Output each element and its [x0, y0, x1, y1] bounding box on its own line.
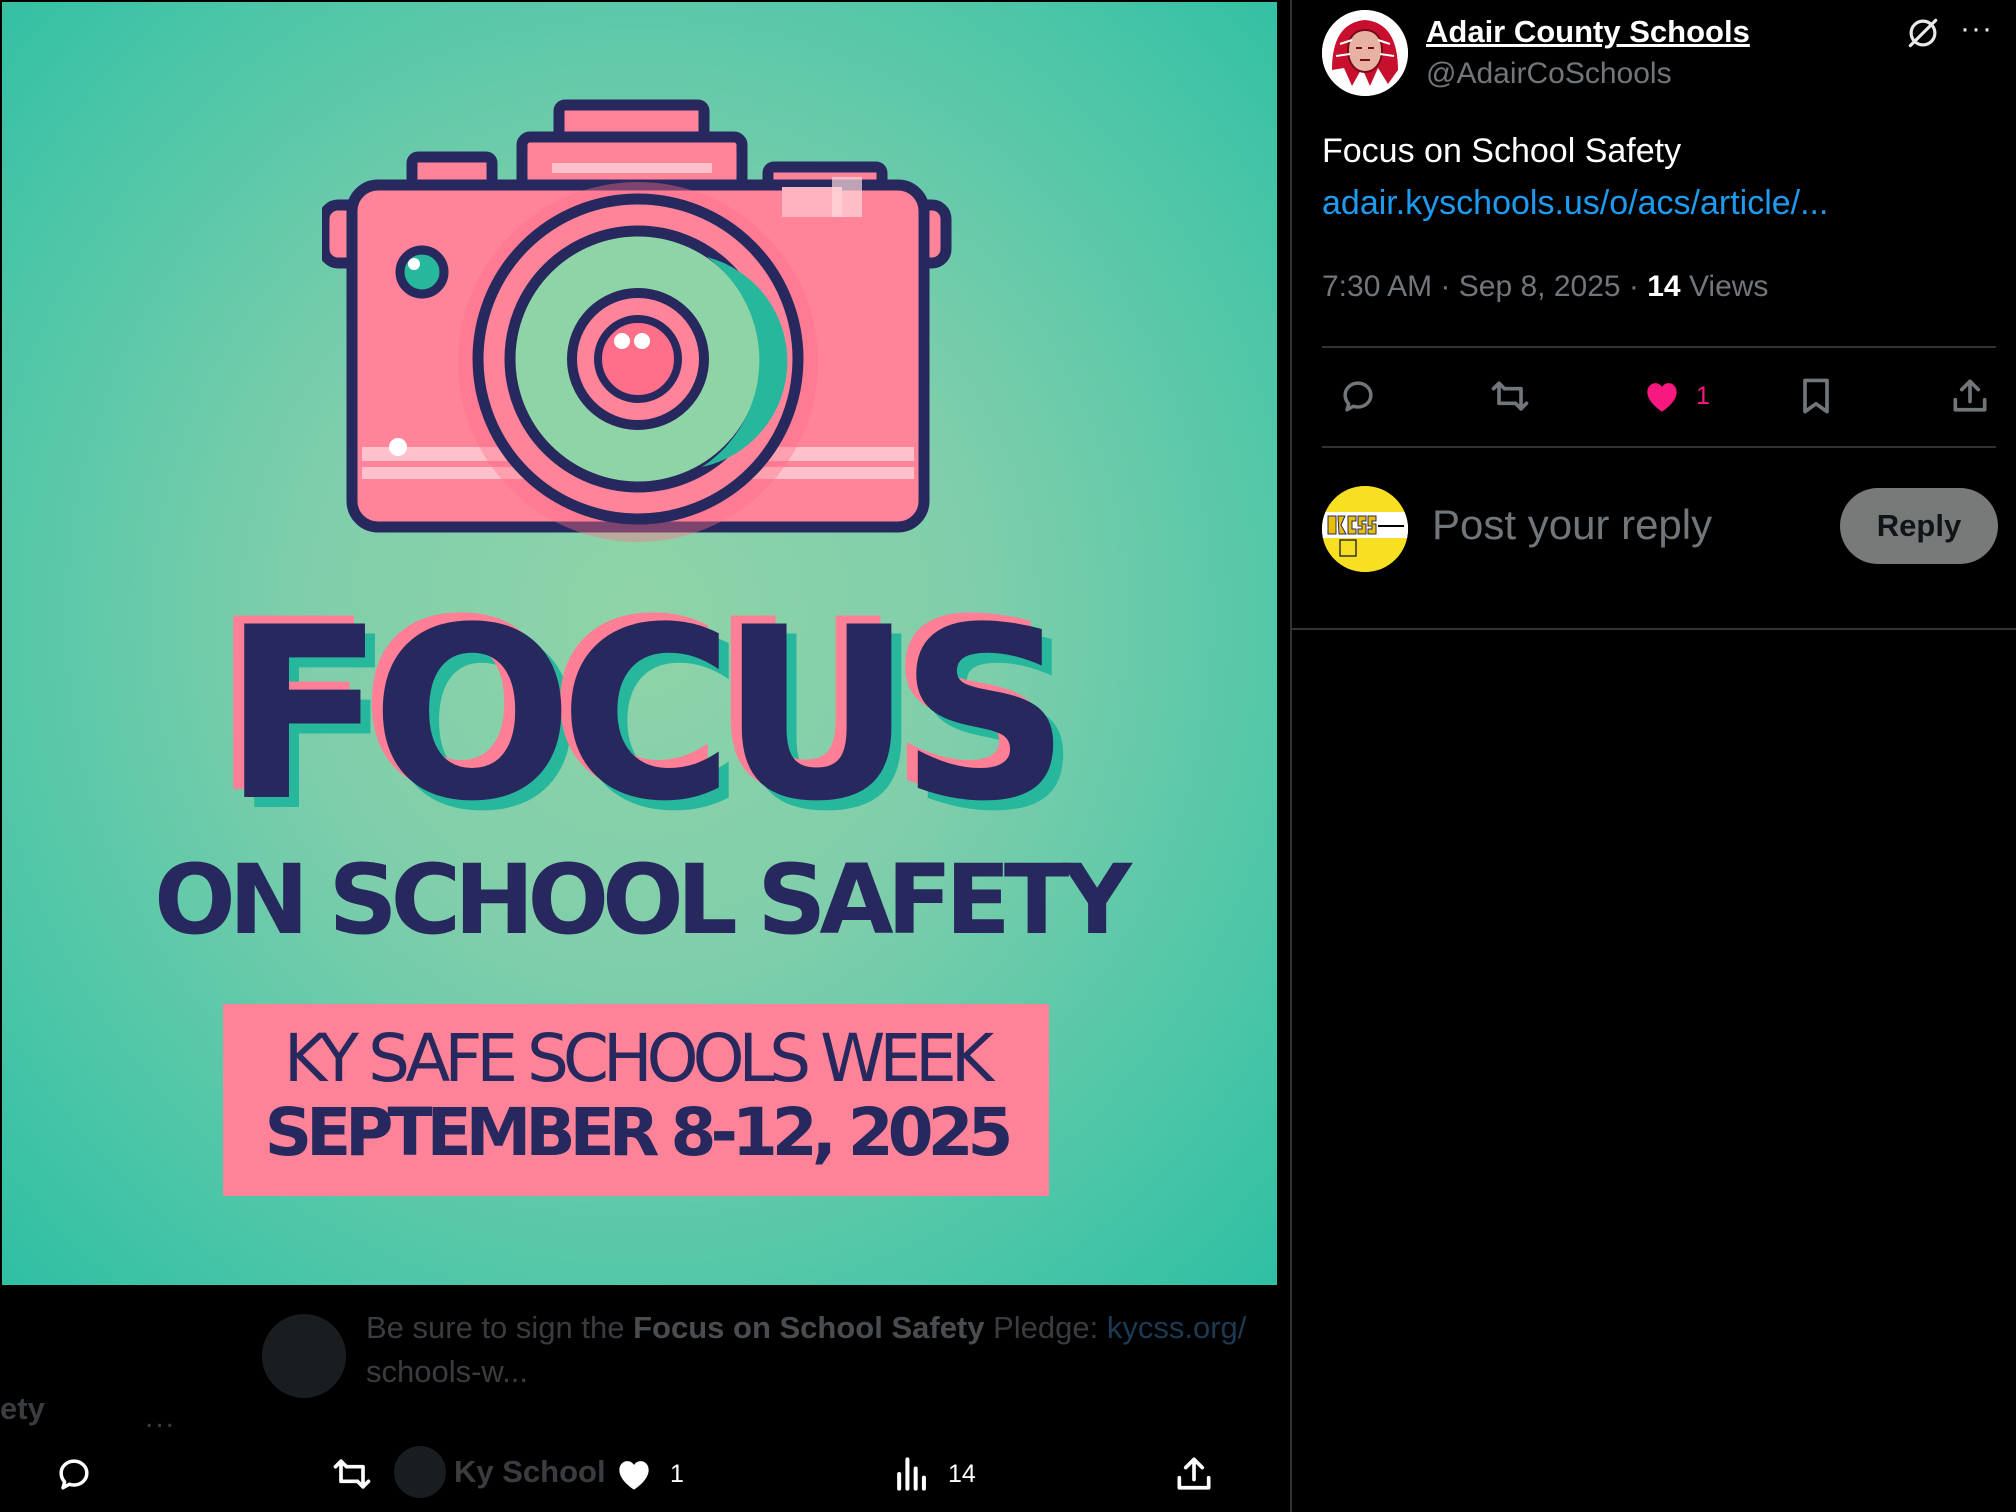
background-text-mid: Pledge: [984, 1310, 1107, 1345]
poster-headline: FOCUS [222, 577, 1070, 854]
poster-banner-line1: KY SAFE SCHOOLS WEEK [283, 1020, 994, 1097]
repost-icon [1491, 381, 1529, 411]
bookmark-icon [1803, 378, 1829, 414]
bookmark-button[interactable] [1794, 374, 1838, 418]
media-action-bar: 1 14 [0, 1440, 1290, 1512]
media-share-button[interactable] [1172, 1452, 1216, 1496]
author-logo-icon [1322, 10, 1408, 96]
like-button[interactable]: 1 [1640, 374, 1710, 418]
media-reply-button[interactable] [52, 1452, 96, 1496]
repost-icon [333, 1459, 371, 1489]
reply-button[interactable] [1336, 374, 1380, 418]
author-handle[interactable]: @AdairCoSchools [1426, 57, 1672, 91]
share-icon [1953, 379, 1987, 412]
repost-button[interactable] [1488, 374, 1532, 418]
media-viewer: Be sure to sign the Focus on School Safe… [0, 0, 1292, 1512]
share-icon [1177, 1457, 1211, 1490]
background-avatar [262, 1314, 346, 1398]
background-post-line2: schools-w... [366, 1354, 528, 1389]
post-views-label: Views [1688, 270, 1769, 303]
divider-top [1322, 346, 1996, 348]
views-chart-icon [897, 1457, 926, 1491]
reply-section-divider [1292, 628, 2016, 630]
reply-input[interactable] [1430, 500, 1834, 550]
author-name[interactable]: Adair County Schools [1426, 14, 1750, 50]
grok-icon[interactable] [1904, 14, 1942, 52]
poster-banner-line2: SEPTEMBER 8-12, 2025 [264, 1094, 1014, 1171]
poster-subtitle: ON SCHOOL SAFETY [154, 844, 1132, 956]
current-user-avatar[interactable] [1322, 486, 1408, 572]
post-date[interactable]: Sep 8, 2025 [1459, 270, 1621, 303]
post-image[interactable]: FOCUS ON SCHOOL SAFETY KY SAFE SCHOOLS W… [2, 2, 1277, 1285]
post-views-count: 14 [1647, 270, 1681, 303]
post-text: Focus on School Safety [1322, 132, 1682, 170]
media-like-button[interactable]: 1 [612, 1452, 684, 1496]
post-detail-panel: Adair County Schools @AdairCoSchools ···… [1292, 0, 2016, 1512]
background-text-bold: Focus on School Safety [633, 1310, 985, 1345]
heart-filled-icon [1647, 383, 1677, 412]
media-views-button[interactable]: 14 [890, 1452, 976, 1496]
reply-icon [59, 1459, 89, 1490]
background-more-dots: ... [145, 1401, 177, 1434]
background-post-text: Be sure to sign the Focus on School Safe… [366, 1310, 1246, 1346]
more-options-icon[interactable]: ··· [1960, 12, 1993, 46]
media-repost-button[interactable] [330, 1452, 374, 1496]
divider-bottom [1322, 446, 1996, 448]
background-link: kycss.org/ [1106, 1310, 1247, 1345]
kcss-logo-icon [1322, 486, 1408, 572]
reply-icon [1343, 381, 1373, 412]
background-side-fragment: ety [0, 1391, 45, 1426]
poster-banner: KY SAFE SCHOOLS WEEK SEPTEMBER 8-12, 202… [223, 1004, 1049, 1196]
share-button[interactable] [1948, 374, 1992, 418]
background-text-prefix: Be sure to sign the [366, 1310, 634, 1345]
author-avatar[interactable] [1322, 10, 1408, 96]
post-meta: 7:30 AM · Sep 8, 2025 · 14 Views [1322, 270, 1769, 303]
media-like-count: 1 [670, 1459, 684, 1488]
like-count: 1 [1696, 381, 1710, 410]
heart-icon [619, 1461, 649, 1490]
camera-illustration [322, 99, 952, 542]
media-view-count: 14 [948, 1459, 976, 1488]
post-time[interactable]: 7:30 AM [1322, 270, 1432, 303]
post-link[interactable]: adair.kyschools.us/o/acs/article/... [1322, 184, 1828, 223]
reply-submit-button[interactable]: Reply [1840, 488, 1998, 564]
